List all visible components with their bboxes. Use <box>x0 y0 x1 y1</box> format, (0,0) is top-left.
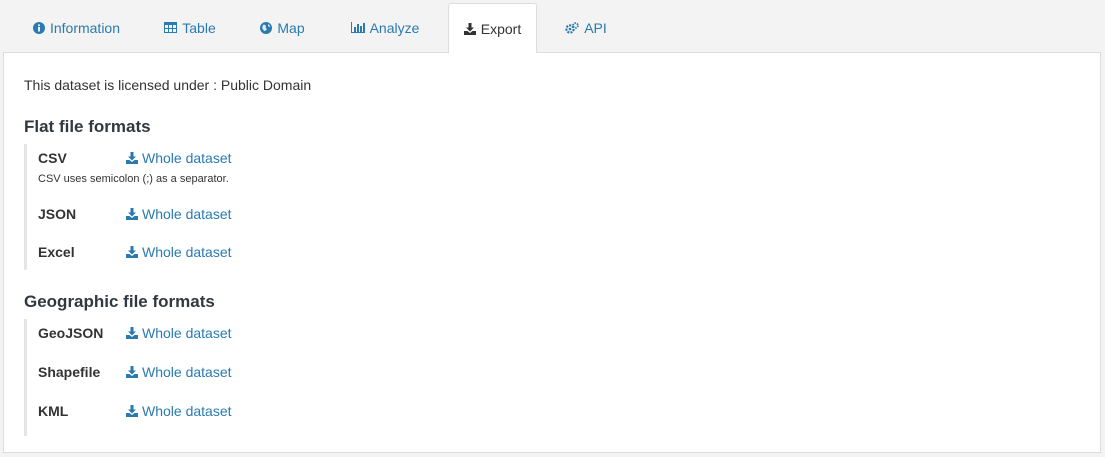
link-label: Whole dataset <box>142 325 232 341</box>
tab-label: Analyze <box>369 19 420 36</box>
license-text: This dataset is licensed under : Public … <box>24 77 312 93</box>
flat-formats-title: Flat file formats <box>24 117 151 136</box>
tab-analyze[interactable]: Analyze <box>335 3 435 52</box>
tab-map[interactable]: Map <box>245 3 320 52</box>
format-name: Excel <box>38 244 75 260</box>
download-icon <box>126 208 138 220</box>
format-name: KML <box>38 403 69 419</box>
tab-information[interactable]: Information <box>14 3 139 52</box>
link-label: Whole dataset <box>142 150 232 166</box>
geo-formats-group: GeoJSON Whole dataset Shapefile Whole da… <box>24 319 232 436</box>
tab-label: Map <box>277 19 305 36</box>
download-icon <box>126 366 138 378</box>
gears-icon <box>565 21 580 34</box>
link-label: Whole dataset <box>142 403 232 419</box>
shapefile-download-link[interactable]: Whole dataset <box>126 364 232 380</box>
tab-bar: Information Table Map Analyze Export API <box>0 0 1105 53</box>
csv-separator-note: CSV uses semicolon (;) as a separator. <box>38 173 229 185</box>
bar-chart-icon <box>350 22 365 33</box>
export-panel: This dataset is licensed under : Public … <box>3 52 1101 453</box>
download-icon <box>463 22 476 35</box>
format-name: Shapefile <box>38 364 101 380</box>
format-name: JSON <box>38 206 77 222</box>
download-icon <box>126 327 138 339</box>
table-icon <box>164 22 178 33</box>
format-name: CSV <box>38 150 67 166</box>
excel-download-link[interactable]: Whole dataset <box>126 244 232 260</box>
info-circle-icon <box>32 21 45 34</box>
json-download-link[interactable]: Whole dataset <box>126 206 232 222</box>
geojson-download-link[interactable]: Whole dataset <box>126 325 232 341</box>
tab-api[interactable]: API <box>555 3 617 52</box>
tab-label: Information <box>49 19 121 36</box>
download-icon <box>126 405 138 417</box>
download-icon <box>126 246 138 258</box>
tab-label: Table <box>182 19 216 36</box>
format-name: GeoJSON <box>38 325 104 341</box>
kml-download-link[interactable]: Whole dataset <box>126 403 232 419</box>
link-label: Whole dataset <box>142 244 232 260</box>
tab-label: Export <box>480 20 522 37</box>
link-label: Whole dataset <box>142 364 232 380</box>
globe-icon <box>260 21 273 34</box>
tab-label: API <box>584 19 607 36</box>
csv-download-link[interactable]: Whole dataset <box>126 150 232 166</box>
download-icon <box>126 152 138 164</box>
geo-formats-title: Geographic file formats <box>24 292 215 311</box>
flat-formats-group: CSV Whole dataset CSV uses semicolon (;)… <box>24 144 232 270</box>
link-label: Whole dataset <box>142 206 232 222</box>
tab-export[interactable]: Export <box>448 3 537 53</box>
tab-table[interactable]: Table <box>150 3 230 52</box>
